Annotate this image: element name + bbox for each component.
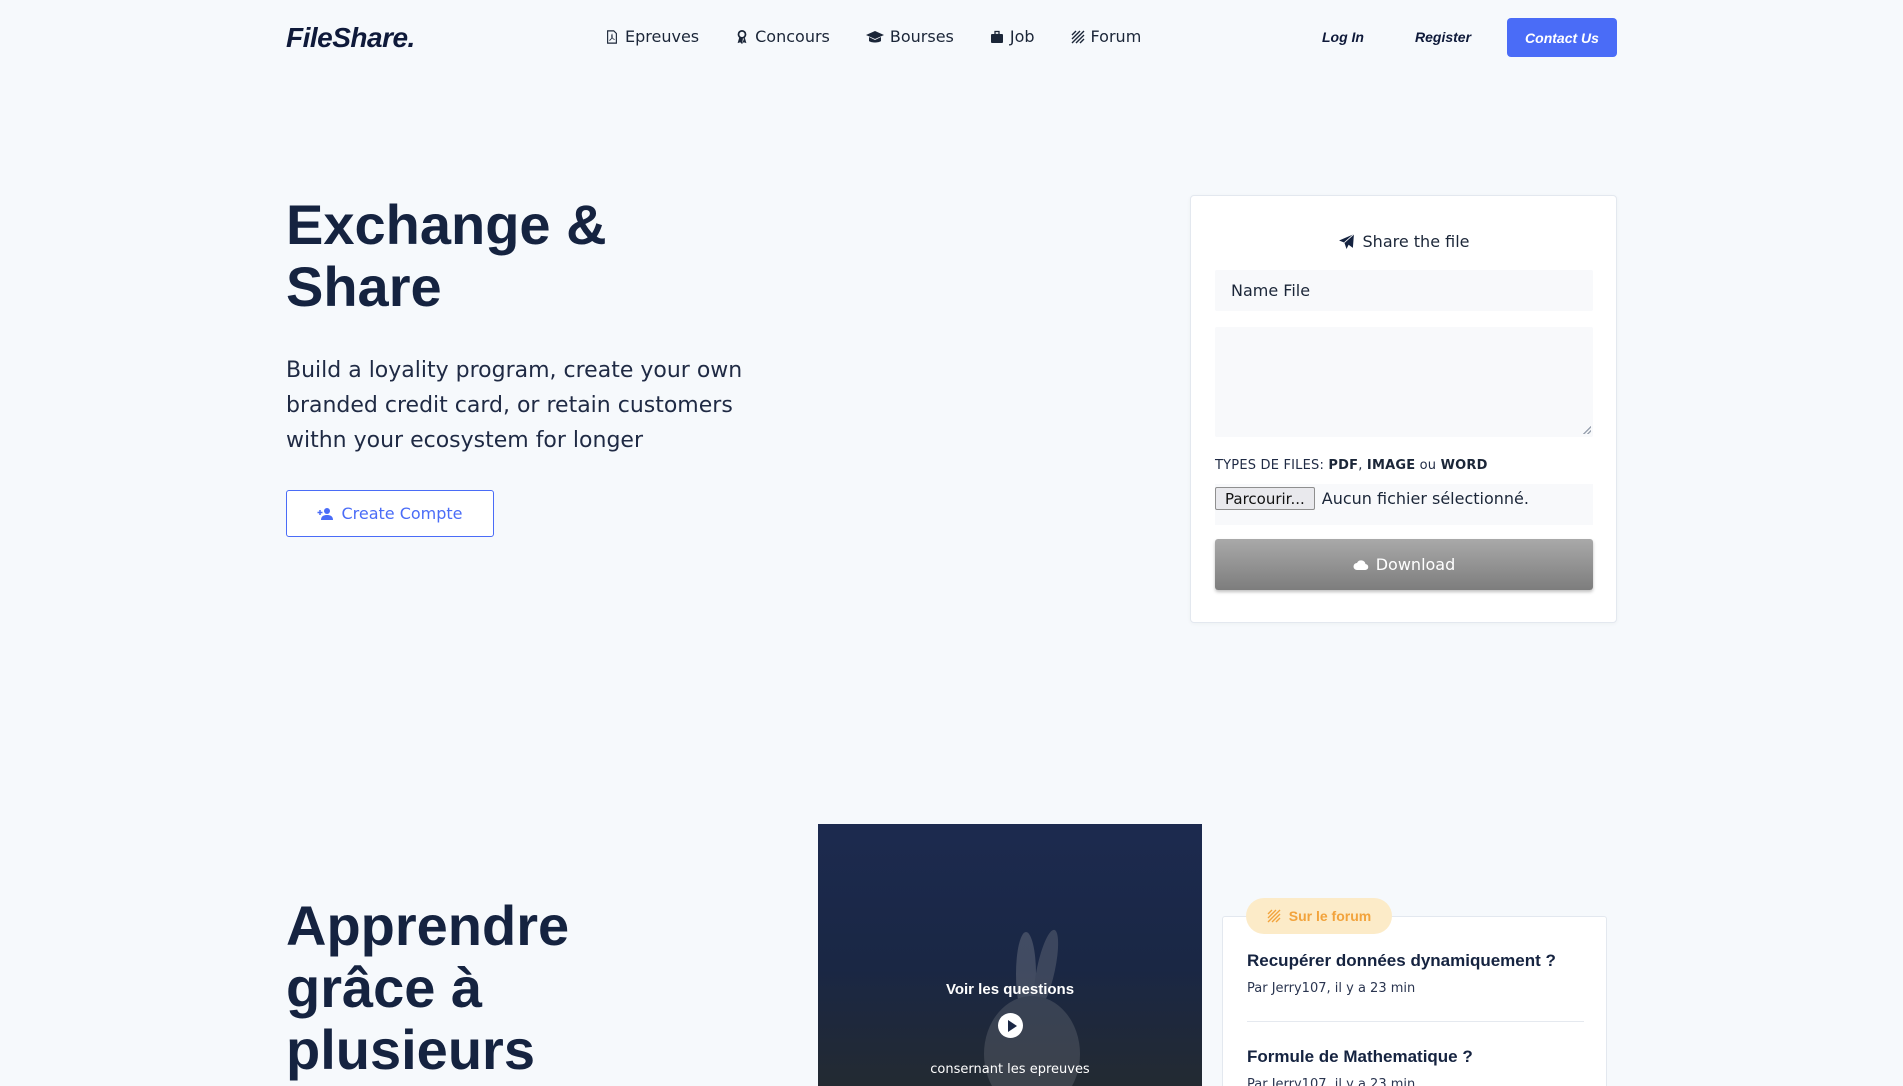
- learn-title-line: plusieurs: [286, 1018, 535, 1081]
- nav-label: Forum: [1090, 27, 1142, 46]
- hero-title: Exchange & Share: [286, 194, 786, 318]
- rabbit-image: [984, 929, 1080, 1086]
- learn-title-line: grâce à: [286, 956, 483, 1019]
- nav-item-concours[interactable]: Concours: [735, 27, 830, 46]
- award-ribbon-icon: [737, 29, 747, 44]
- card-title: Share the file: [1191, 232, 1616, 251]
- name-file-input[interactable]: [1215, 270, 1593, 311]
- nav-label: Bourses: [889, 27, 954, 46]
- forum-icon: [1267, 909, 1281, 923]
- create-account-button[interactable]: Create Compte: [286, 490, 494, 537]
- share-file-card: Share the file TYPES DE FILES: PDF, IMAG…: [1190, 195, 1617, 623]
- type-image: IMAGE: [1366, 458, 1416, 473]
- nav-item-job[interactable]: Job: [990, 27, 1035, 46]
- video-title: Voir les questions: [945, 981, 1075, 998]
- video-thumbnail[interactable]: Voir les questions consernant les epreuv…: [818, 824, 1202, 1086]
- nav-item-bourses[interactable]: Bourses: [865, 27, 954, 46]
- briefcase-icon: [990, 30, 1003, 43]
- file-pdf-icon: [607, 29, 617, 44]
- forum-meta: Par Jerry107, il y a 23 min: [1247, 1077, 1416, 1086]
- types-or: ou: [1419, 458, 1437, 473]
- cloud-icon: [1353, 559, 1368, 570]
- card-title-text: Share the file: [1362, 232, 1470, 251]
- main-nav: Epreuves Concours Bourses Job Forum: [605, 27, 1177, 46]
- contact-us-button[interactable]: Contact Us: [1507, 18, 1617, 57]
- description-textarea[interactable]: [1215, 327, 1593, 437]
- type-pdf: PDF: [1328, 458, 1359, 473]
- download-button[interactable]: Download: [1215, 539, 1593, 590]
- type-word: WORD: [1440, 458, 1488, 473]
- forum-badge: Sur le forum: [1246, 898, 1392, 934]
- nav-item-epreuves[interactable]: Epreuves: [605, 27, 699, 46]
- login-link[interactable]: Log In: [1322, 29, 1364, 45]
- logo[interactable]: FileShare.: [286, 22, 415, 54]
- file-status: Aucun fichier sélectionné.: [1321, 489, 1529, 508]
- top-header: FileShare. Epreuves Concours Bourses Job…: [0, 0, 1903, 76]
- browse-button[interactable]: Parcourir...: [1215, 487, 1315, 510]
- file-types-info: TYPES DE FILES: PDF, IMAGE ou WORD: [1215, 458, 1488, 473]
- forum-meta: Par Jerry107, il y a 23 min: [1247, 981, 1416, 996]
- forum-card: Recupérer données dynamiquement ? Par Je…: [1222, 916, 1607, 1086]
- forum-icon: [1071, 30, 1085, 43]
- create-account-label: Create Compte: [341, 504, 463, 523]
- add-user-icon: [317, 507, 334, 520]
- nav-label: Concours: [755, 27, 830, 46]
- resize-handle-icon[interactable]: [1583, 426, 1591, 434]
- hero-title-line: Share: [286, 255, 442, 318]
- types-label: TYPES DE FILES:: [1215, 458, 1325, 473]
- learn-title-line: Apprendre: [286, 894, 570, 957]
- nav-label: Epreuves: [625, 27, 700, 46]
- nav-item-forum[interactable]: Forum: [1071, 27, 1142, 46]
- forum-question[interactable]: Formule de Mathematique ?: [1247, 1047, 1473, 1067]
- forum-item[interactable]: Formule de Mathematique ? Par Jerry107, …: [1247, 1047, 1473, 1086]
- nav-label: Job: [1009, 27, 1035, 46]
- video-subtitle: consernant les epreuves: [930, 1062, 1090, 1077]
- learn-section-title: Apprendre grâce à plusieurs: [286, 895, 706, 1081]
- play-icon[interactable]: [998, 1013, 1023, 1038]
- divider: [1247, 1021, 1584, 1022]
- download-label: Download: [1375, 555, 1456, 574]
- register-link[interactable]: Register: [1415, 29, 1471, 45]
- forum-item[interactable]: Recupérer données dynamiquement ? Par Je…: [1247, 951, 1556, 996]
- hero-title-line: Exchange &: [286, 193, 607, 256]
- hero-description: Build a loyality program, create your ow…: [286, 358, 743, 453]
- forum-badge-label: Sur le forum: [1288, 908, 1372, 924]
- file-input: Parcourir... Aucun fichier sélectionné.: [1215, 484, 1593, 525]
- graduation-cap-icon: [865, 30, 884, 42]
- forum-question[interactable]: Recupérer données dynamiquement ?: [1247, 951, 1556, 971]
- paper-plane-icon: [1338, 233, 1354, 249]
